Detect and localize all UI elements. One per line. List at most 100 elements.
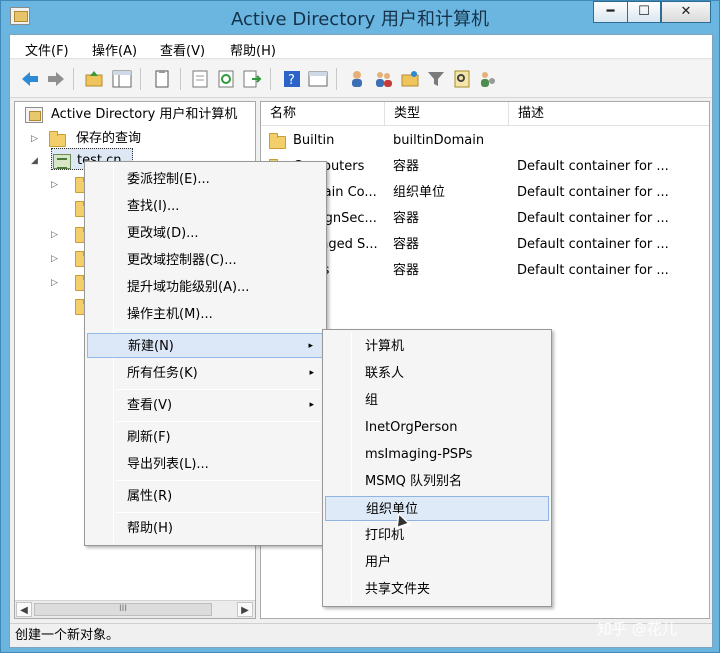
menu-item-delegate-control[interactable]: 委派控制(E)... [87,167,324,192]
list-row[interactable]: Domain Co... 组织单位 Default container for … [261,180,709,206]
toolbar-separator [140,68,141,90]
submenu-item-user[interactable]: 用户 [325,550,549,575]
copy-icon[interactable] [152,69,172,89]
column-header-name[interactable]: 名称 [261,102,385,126]
submenu-item-inetorgperson[interactable]: InetOrgPerson [325,415,549,440]
menu-item-all-tasks[interactable]: 所有任务(K) ▸ [87,361,324,386]
menu-item-refresh[interactable]: 刷新(F) [87,425,324,450]
submenu-item-msmq-alias[interactable]: MSMQ 队列别名 [325,469,549,494]
folder-icon [269,133,286,149]
forward-arrow-icon[interactable] [46,69,66,89]
submenu-item-group[interactable]: 组 [325,388,549,413]
add-user-icon[interactable] [348,69,368,89]
tree-root-label: Active Directory 用户和计算机 [51,107,238,122]
show-tree-icon[interactable] [112,69,132,89]
tree-item-label: 保存的查询 [76,131,142,146]
menu-item-label: 所有任务(K) [127,366,198,381]
submenu-item-computer[interactable]: 计算机 [325,334,549,359]
row-description: Default container for ... [517,237,669,252]
title-bar[interactable]: Active Directory 用户和计算机 ━ ☐ ✕ [1,1,719,33]
submenu-item-shared-folder[interactable]: 共享文件夹 [325,577,549,602]
domain-icon [53,154,71,169]
submenu-item-printer[interactable]: 打印机 [325,523,549,548]
menu-item-properties[interactable]: 属性(R) [87,484,324,509]
collapse-arrow-icon[interactable]: ◢ [31,150,38,172]
menu-item-help[interactable]: 帮助(H) [87,516,324,541]
submenu-arrow-icon: ▸ [309,368,314,378]
export-list-icon[interactable] [242,69,262,89]
filter-icon[interactable] [426,69,446,89]
row-description: Default container for ... [517,185,669,200]
svg-text:?: ? [288,73,295,88]
menu-view[interactable]: 查看(V) [160,40,205,59]
scroll-right-button[interactable]: ▶ [237,602,253,617]
add-ou-icon[interactable] [400,69,420,89]
row-description: Default container for ... [517,263,669,278]
row-name: Builtin [293,133,335,148]
menu-item-new[interactable]: 新建(N) ▸ [87,333,324,358]
menu-file[interactable]: 文件(F) [25,40,69,59]
minimize-button[interactable]: ━ [593,1,627,23]
menu-item-view[interactable]: 查看(V) ▸ [87,393,324,418]
expand-arrow-icon[interactable]: ▷ [31,128,38,150]
toolbar-separator [180,68,181,90]
menu-item-raise-level[interactable]: 提升域功能级别(A)... [87,275,324,300]
menu-action[interactable]: 操作(A) [92,40,137,59]
add-group-icon[interactable] [374,69,394,89]
row-type: 组织单位 [393,185,446,200]
menu-item-label: 查看(V) [127,398,173,413]
maximize-button[interactable]: ☐ [627,1,661,23]
menu-separator [115,329,321,330]
row-description: Default container for ... [517,159,669,174]
menu-separator [115,389,321,390]
submenu-item-msimaging-psps[interactable]: msImaging-PSPs [325,442,549,467]
folder-icon [49,131,66,147]
scroll-thumb[interactable]: III [34,603,212,616]
app-window: Active Directory 用户和计算机 ━ ☐ ✕ 文件(F) 操作(A… [0,0,720,653]
console-icon[interactable] [308,69,328,89]
menu-item-change-dc[interactable]: 更改域控制器(C)... [87,248,324,273]
menu-item-export-list[interactable]: 导出列表(L)... [87,452,324,477]
list-row[interactable]: Computers 容器 Default container for ... [261,154,709,180]
menu-item-change-domain[interactable]: 更改域(D)... [87,221,324,246]
menu-item-label: 新建(N) [128,339,174,354]
scroll-left-button[interactable]: ◀ [16,602,32,617]
properties-icon[interactable] [190,69,210,89]
close-button[interactable]: ✕ [661,1,711,23]
list-row[interactable]: Builtin builtinDomain [261,128,709,154]
up-folder-icon[interactable] [84,69,104,89]
menu-separator [115,421,321,422]
menu-item-operations-masters[interactable]: 操作主机(M)... [87,302,324,327]
list-row[interactable]: Users 容器 Default container for ... [261,258,709,284]
find-icon[interactable] [452,69,472,89]
menu-item-find[interactable]: 查找(I)... [87,194,324,219]
submenu-arrow-icon: ▸ [308,341,313,351]
menu-separator [115,512,321,513]
row-description: Default container for ... [517,211,669,226]
toolbar-separator [336,68,337,90]
tree-horizontal-scrollbar[interactable]: ◀ III ▶ [15,600,255,618]
refresh-icon[interactable] [216,69,236,89]
back-arrow-icon[interactable] [20,69,40,89]
column-header-description[interactable]: 描述 [509,102,709,126]
new-submenu: 计算机 联系人 组 InetOrgPerson msImaging-PSPs M… [322,329,552,607]
menu-bar: 文件(F) 操作(A) 查看(V) 帮助(H) [10,35,712,59]
expand-arrow-icon[interactable]: ▷ [51,272,58,294]
submenu-item-organizational-unit[interactable]: 组织单位 [325,496,549,521]
watermark: 知乎 @花儿 [597,620,677,638]
column-header-type[interactable]: 类型 [385,102,509,126]
row-type: 容器 [393,237,420,252]
list-row[interactable]: ForeignSec... 容器 Default container for .… [261,206,709,232]
toolbar-separator [270,68,271,90]
expand-arrow-icon[interactable]: ▷ [51,174,58,196]
submenu-item-contact[interactable]: 联系人 [325,361,549,386]
delegate-icon[interactable] [478,69,498,89]
menu-help[interactable]: 帮助(H) [230,40,276,59]
list-row[interactable]: Managed S... 容器 Default container for ..… [261,232,709,258]
row-type: 容器 [393,211,420,226]
expand-arrow-icon[interactable]: ▷ [51,248,58,270]
help-icon[interactable]: ? [282,69,302,89]
menu-separator [115,480,321,481]
expand-arrow-icon[interactable]: ▷ [51,224,58,246]
row-type: 容器 [393,159,420,174]
